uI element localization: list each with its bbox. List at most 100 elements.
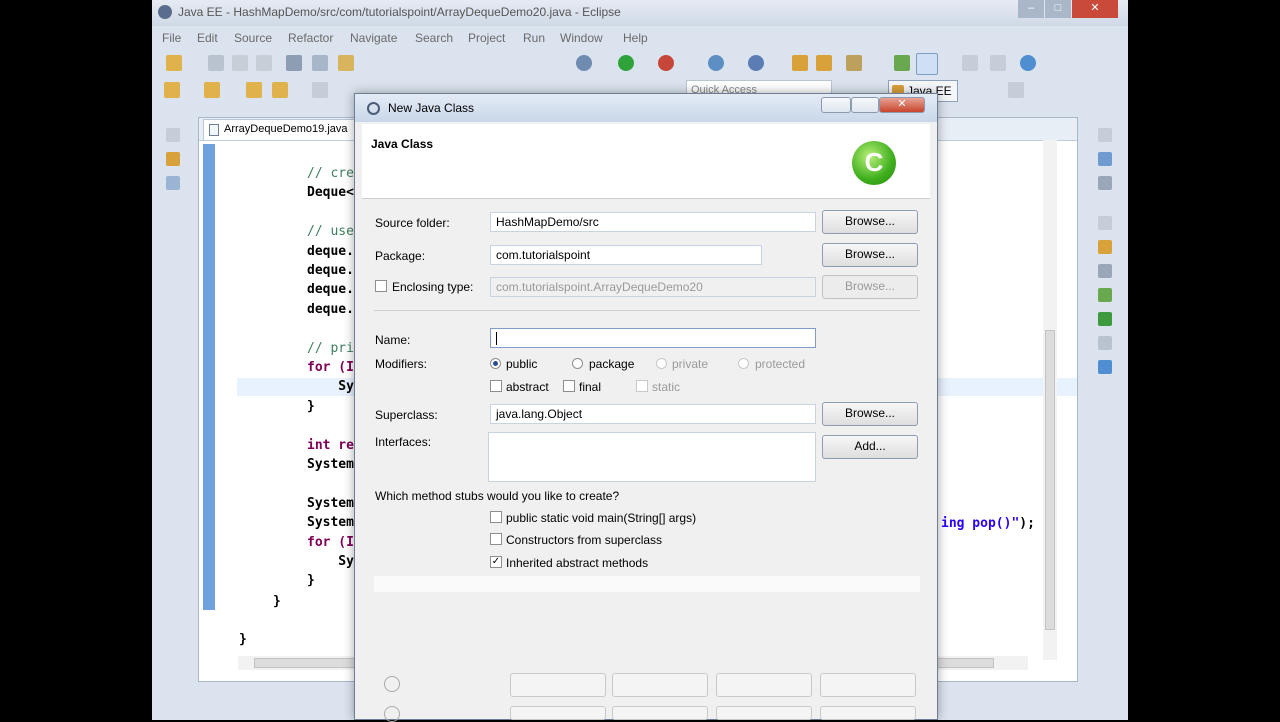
package-input[interactable]: com.tutorialspoint: [490, 245, 762, 265]
add-interface-button[interactable]: Add...: [822, 435, 918, 459]
menu-project[interactable]: Project: [468, 31, 505, 45]
close-button[interactable]: ✕: [1072, 0, 1118, 18]
save-icon[interactable]: [208, 55, 224, 71]
pin-icon[interactable]: [894, 55, 910, 71]
abstract-checkbox[interactable]: [490, 380, 502, 392]
highlight-icon[interactable]: [916, 53, 938, 75]
dialog-separator: [374, 310, 920, 311]
package-icon[interactable]: [338, 55, 354, 71]
external-tools-icon[interactable]: [708, 55, 724, 71]
menu-help[interactable]: Help: [623, 31, 648, 45]
window-titlebar: Java EE - HashMapDemo/src/com/tutorialsp…: [152, 0, 1128, 26]
inherited-stub-checkbox[interactable]: ✓: [490, 556, 502, 568]
eclipse-logo-icon: [158, 5, 172, 19]
web-icon[interactable]: [748, 55, 764, 71]
hierarchy-icon[interactable]: [166, 176, 180, 190]
package-radio[interactable]: [572, 358, 583, 369]
console-icon[interactable]: [1098, 360, 1112, 374]
next-button[interactable]: [612, 673, 708, 697]
restore-icon[interactable]: [1098, 216, 1112, 230]
final-checkbox[interactable]: [563, 380, 575, 392]
back-button[interactable]: [510, 673, 606, 697]
open-folder-icon[interactable]: [792, 55, 808, 71]
superclass-input[interactable]: java.lang.Object: [490, 404, 816, 424]
scrollbar-thumb[interactable]: [1045, 330, 1055, 630]
package-label: Package:: [375, 249, 426, 263]
class-name-input[interactable]: [490, 328, 816, 348]
interfaces-label: Interfaces:: [375, 435, 432, 449]
dialog-close-button[interactable]: ✕: [879, 97, 925, 113]
open-type-icon[interactable]: [816, 55, 832, 71]
public-radio[interactable]: [490, 358, 501, 369]
data-source-icon[interactable]: [1098, 336, 1112, 350]
enclosing-type-checkbox[interactable]: [375, 280, 387, 292]
settings-icon[interactable]: [576, 55, 592, 71]
package-explorer-icon[interactable]: [166, 152, 180, 166]
menu-run[interactable]: Run: [523, 31, 545, 45]
menu-navigate[interactable]: Navigate: [350, 31, 397, 45]
code-line: deque.: [307, 243, 354, 259]
javadoc-icon[interactable]: [1098, 264, 1112, 278]
editor-vertical-scrollbar[interactable]: [1043, 140, 1057, 660]
java-class-icon: C: [852, 141, 896, 185]
back-icon[interactable]: [246, 82, 262, 98]
open-perspective-icon[interactable]: [1008, 82, 1024, 98]
menu-edit[interactable]: Edit: [197, 31, 218, 45]
protected-radio[interactable]: [738, 358, 749, 369]
ghost-button: [716, 706, 812, 720]
private-radio[interactable]: [656, 358, 667, 369]
superclass-browse-button[interactable]: Browse...: [822, 402, 918, 426]
print-icon[interactable]: [256, 55, 272, 71]
package-browse-button[interactable]: Browse...: [822, 243, 918, 267]
menu-file[interactable]: File: [162, 31, 181, 45]
static-checkbox[interactable]: [636, 380, 648, 392]
interfaces-list[interactable]: [488, 432, 816, 482]
maximize-button[interactable]: □: [1045, 0, 1071, 18]
debug-icon[interactable]: [658, 55, 674, 71]
menu-window[interactable]: Window: [560, 31, 603, 45]
annotation-icon[interactable]: [164, 82, 180, 98]
servers-icon[interactable]: [1098, 312, 1112, 326]
source-folder-browse-button[interactable]: Browse...: [822, 210, 918, 234]
problems-icon[interactable]: [1098, 240, 1112, 254]
next-annotation-icon[interactable]: [204, 82, 220, 98]
save-all-icon[interactable]: [232, 55, 248, 71]
forward-icon[interactable]: [272, 82, 288, 98]
toggle-block-icon[interactable]: [962, 55, 978, 71]
code-line: deque.: [307, 301, 354, 317]
superclass-label: Superclass:: [375, 408, 438, 422]
constructors-stub-checkbox[interactable]: [490, 533, 502, 545]
main-stub-checkbox[interactable]: [490, 511, 502, 523]
restore-icon[interactable]: [166, 128, 180, 142]
source-folder-input[interactable]: HashMapDemo/src: [490, 212, 816, 232]
enclosing-type-browse-button[interactable]: Browse...: [822, 275, 918, 299]
task-list-icon[interactable]: [1098, 176, 1112, 190]
search-icon[interactable]: [846, 55, 862, 71]
show-whitespace-icon[interactable]: [990, 55, 1006, 71]
server-icon[interactable]: [312, 55, 328, 71]
menu-source[interactable]: Source: [234, 31, 272, 45]
menu-search[interactable]: Search: [415, 31, 453, 45]
enclosing-type-label: Enclosing type:: [392, 280, 474, 294]
right-trim-bar: [1090, 120, 1120, 380]
globe-icon[interactable]: [1020, 55, 1036, 71]
editor-tab[interactable]: ArrayDequeDemo19.java: [203, 119, 357, 140]
history-icon[interactable]: [312, 82, 328, 98]
code-line: // cre: [307, 166, 354, 181]
restore-icon[interactable]: [1098, 128, 1112, 142]
dialog-maximize-button[interactable]: [851, 97, 879, 113]
toggle-icon[interactable]: [286, 55, 302, 71]
help-icon[interactable]: [384, 676, 400, 692]
declaration-icon[interactable]: [1098, 288, 1112, 302]
outline-icon[interactable]: [1098, 152, 1112, 166]
dialog-minimize-button[interactable]: [821, 97, 851, 113]
code-line: System: [307, 457, 354, 472]
enclosing-type-input[interactable]: com.tutorialspoint.ArrayDequeDemo20: [490, 277, 816, 297]
new-icon[interactable]: [166, 55, 182, 71]
menu-refactor[interactable]: Refactor: [288, 31, 333, 45]
run-icon[interactable]: [618, 55, 634, 71]
finish-button[interactable]: [716, 673, 812, 697]
cancel-button[interactable]: [820, 673, 916, 697]
dialog-titlebar: New Java Class ✕: [355, 94, 937, 122]
minimize-button[interactable]: –: [1018, 0, 1044, 18]
